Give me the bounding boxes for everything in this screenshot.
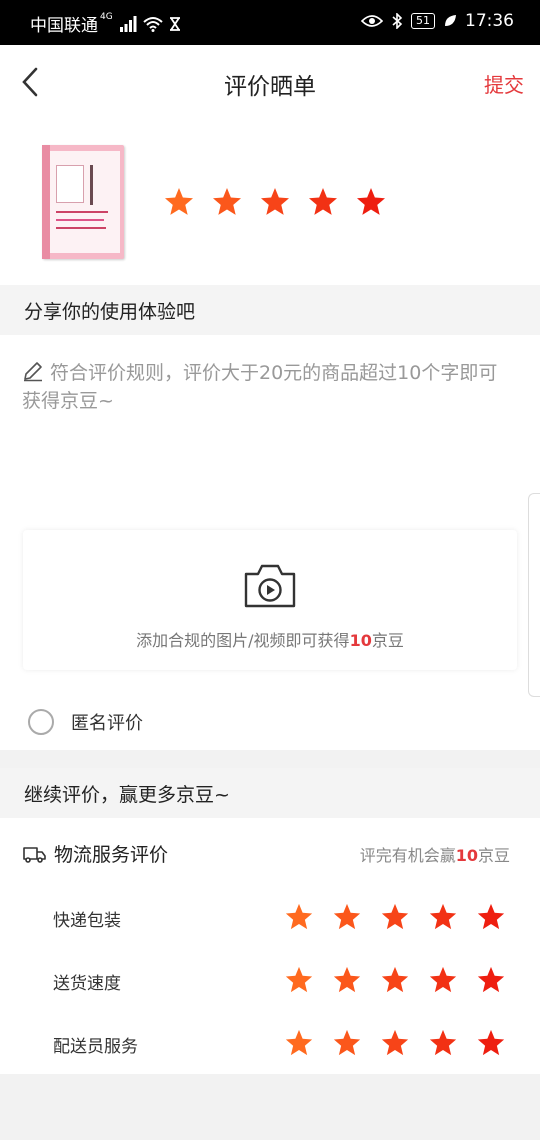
- star-icon-3[interactable]: [379, 1028, 411, 1058]
- rating-row-packaging: 快递包装: [53, 898, 513, 938]
- carrier-name: 中国联通: [30, 16, 98, 36]
- network-type: 4G: [100, 11, 113, 22]
- star-icon-4[interactable]: [427, 965, 459, 995]
- upload-hint: 添加合规的图片/视频即可获得10京豆: [136, 631, 404, 650]
- wifi-icon: [143, 16, 163, 32]
- review-placeholder-text: 符合评价规则，评价大于20元的商品超过10个字即可获得京豆~: [22, 362, 498, 412]
- star-icon-4[interactable]: [427, 902, 459, 932]
- product-rating-row: [0, 120, 540, 285]
- delivery-speed-star-rating[interactable]: [283, 965, 507, 995]
- logistics-reward-note: 评完有机会赢10京豆: [359, 846, 510, 865]
- star-icon-2[interactable]: [331, 1028, 363, 1058]
- review-text-input[interactable]: 符合评价规则，评价大于20元的商品超过10个字即可获得京豆~: [22, 359, 512, 415]
- review-editor: 符合评价规则，评价大于20元的商品超过10个字即可获得京豆~ 添加合规的图片/视…: [0, 335, 540, 750]
- rating-row-delivery-speed: 送货速度: [53, 961, 513, 1001]
- top-nav-bar: 评价晒单 提交: [0, 45, 540, 120]
- star-icon-3[interactable]: [379, 902, 411, 932]
- star-icon-3[interactable]: [259, 186, 291, 218]
- bluetooth-icon: [392, 13, 403, 29]
- anonymous-radio[interactable]: [28, 709, 54, 735]
- star-icon-4[interactable]: [307, 186, 339, 218]
- product-star-rating[interactable]: [163, 186, 387, 218]
- submit-button[interactable]: 提交: [484, 69, 524, 98]
- page-title: 评价晒单: [224, 74, 316, 100]
- eye-icon: [361, 15, 383, 27]
- product-thumbnail[interactable]: [42, 145, 124, 259]
- anonymous-toggle[interactable]: 匿名评价: [28, 709, 143, 735]
- status-bar: 中国联通 4G 51 17:36: [0, 0, 540, 45]
- packaging-star-rating[interactable]: [283, 902, 507, 932]
- add-media-button[interactable]: 添加合规的图片/视频即可获得10京豆: [23, 530, 517, 670]
- rating-label: 送货速度: [53, 974, 121, 994]
- star-icon-4[interactable]: [427, 1028, 459, 1058]
- star-icon-1[interactable]: [163, 186, 195, 218]
- truck-icon: [23, 846, 46, 863]
- star-icon-1[interactable]: [283, 965, 315, 995]
- signal-icon: [119, 15, 137, 32]
- star-icon-2[interactable]: [211, 186, 243, 218]
- camera-video-icon: [244, 564, 296, 608]
- star-icon-2[interactable]: [331, 965, 363, 995]
- pencil-icon: [24, 362, 42, 382]
- anonymous-label: 匿名评价: [71, 713, 143, 734]
- continue-section-title: 继续评价，赢更多京豆~: [0, 768, 540, 818]
- side-drag-handle[interactable]: [528, 493, 540, 697]
- rating-label: 快递包装: [53, 911, 121, 931]
- star-icon-1[interactable]: [283, 1028, 315, 1058]
- hourglass-icon: [169, 16, 180, 31]
- star-icon-5[interactable]: [355, 186, 387, 218]
- logistics-rating-panel: 物流服务评价 评完有机会赢10京豆 快递包装 送货速度 配送员服务: [0, 818, 540, 1074]
- courier-service-star-rating[interactable]: [283, 1028, 507, 1058]
- clock: 17:36: [465, 11, 514, 31]
- rating-label: 配送员服务: [53, 1037, 138, 1057]
- star-icon-5[interactable]: [475, 902, 507, 932]
- star-icon-5[interactable]: [475, 1028, 507, 1058]
- share-section-title: 分享你的使用体验吧: [0, 285, 540, 335]
- star-icon-1[interactable]: [283, 902, 315, 932]
- battery-level: 51: [411, 13, 435, 29]
- star-icon-5[interactable]: [475, 965, 507, 995]
- rating-row-courier-service: 配送员服务: [53, 1024, 513, 1064]
- leaf-icon: [445, 15, 456, 26]
- star-icon-2[interactable]: [331, 902, 363, 932]
- logistics-title: 物流服务评价: [54, 844, 169, 866]
- star-icon-3[interactable]: [379, 965, 411, 995]
